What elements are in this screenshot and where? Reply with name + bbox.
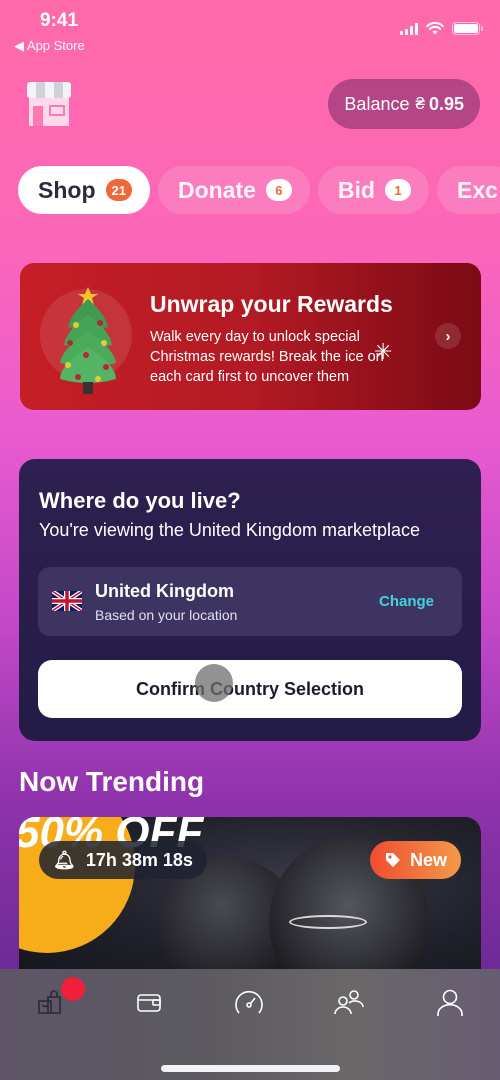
- tab-donate[interactable]: Donate 6: [157, 166, 310, 214]
- now-trending-heading: Now Trending: [19, 766, 205, 797]
- country-selection-card: Where do you live? You're viewing the Un…: [19, 459, 481, 741]
- country-card-subtitle: You're viewing the United Kingdom market…: [39, 520, 420, 540]
- tab-shop[interactable]: Shop 21: [18, 166, 150, 214]
- tab-bar-profile[interactable]: [430, 983, 470, 1023]
- balance-value: 0.95: [428, 93, 464, 114]
- confirm-country-button[interactable]: Confirm Country Selection: [38, 660, 462, 718]
- tab-label: Shop: [38, 176, 96, 203]
- wifi-icon: [426, 22, 444, 35]
- country-name: United Kingdom: [95, 581, 234, 601]
- status-bar: 9:41 ◀ App Store: [0, 0, 500, 60]
- battery-icon: [452, 22, 483, 35]
- bottom-tab-bar: [0, 969, 500, 1080]
- country-source: Based on your location: [95, 607, 238, 623]
- status-icons: [400, 22, 483, 35]
- change-country-button[interactable]: Change: [379, 593, 434, 610]
- trending-product-card[interactable]: 50% OFF 🔔︎ 17h 38m 18s New: [19, 817, 481, 982]
- product-image-ring: [289, 915, 367, 929]
- cellular-signal-icon: [400, 22, 418, 35]
- rewards-promo-card[interactable]: Unwrap your Rewards Walk every day to un…: [20, 263, 481, 410]
- tab-bar-friends[interactable]: [329, 983, 369, 1023]
- shopping-bag-icon: [38, 990, 61, 1014]
- balance-button[interactable]: Balance ₴ 0.95: [328, 79, 480, 129]
- tab-bid[interactable]: Bid 1: [317, 166, 429, 214]
- tab-exchange[interactable]: Exc: [436, 166, 500, 214]
- store-icon[interactable]: [23, 78, 75, 130]
- tab-label: Donate: [177, 176, 256, 203]
- sparkle-icon: ✳: [374, 339, 393, 364]
- tab-badge: 6: [265, 179, 292, 201]
- new-tag-badge: New: [369, 841, 461, 879]
- chevron-right-icon[interactable]: ›: [435, 323, 461, 349]
- touch-indicator: [195, 664, 233, 702]
- status-time: 9:41: [40, 10, 79, 31]
- uk-flag-icon: [52, 591, 82, 611]
- friends-icon: [334, 990, 364, 1015]
- tab-badge: 21: [105, 179, 132, 201]
- speedometer-icon: [235, 990, 263, 1014]
- promo-description: Walk every day to unlock special Christm…: [150, 329, 384, 385]
- promo-title: Unwrap your Rewards: [150, 291, 393, 317]
- tag-icon: [385, 853, 400, 867]
- timer-value: 17h 38m 18s: [85, 849, 193, 870]
- tab-label: Exc: [456, 176, 498, 203]
- selected-country-row: United Kingdom Based on your location Ch…: [38, 567, 462, 636]
- notification-dot: [61, 977, 85, 1001]
- category-tabs: Shop 21 Donate 6 Bid 1 Exc: [18, 166, 500, 214]
- tab-badge: 1: [384, 179, 411, 201]
- tab-bar-activity[interactable]: [229, 983, 269, 1023]
- home-indicator[interactable]: [161, 1065, 340, 1072]
- wallet-icon: [137, 994, 161, 1012]
- bell-icon: 🔔︎: [53, 849, 76, 870]
- back-to-app-store-link[interactable]: ◀ App Store: [14, 38, 85, 54]
- country-card-title: Where do you live?: [39, 488, 241, 513]
- tab-bar-wallet[interactable]: [129, 983, 169, 1023]
- coin-icon: ₴: [415, 94, 425, 113]
- tab-label: Bid: [337, 176, 375, 203]
- profile-icon: [437, 989, 463, 1016]
- countdown-timer: 🔔︎ 17h 38m 18s: [39, 841, 207, 879]
- christmas-tree-icon: [60, 287, 116, 394]
- new-tag-label: New: [409, 849, 447, 870]
- balance-label: Balance: [344, 93, 410, 114]
